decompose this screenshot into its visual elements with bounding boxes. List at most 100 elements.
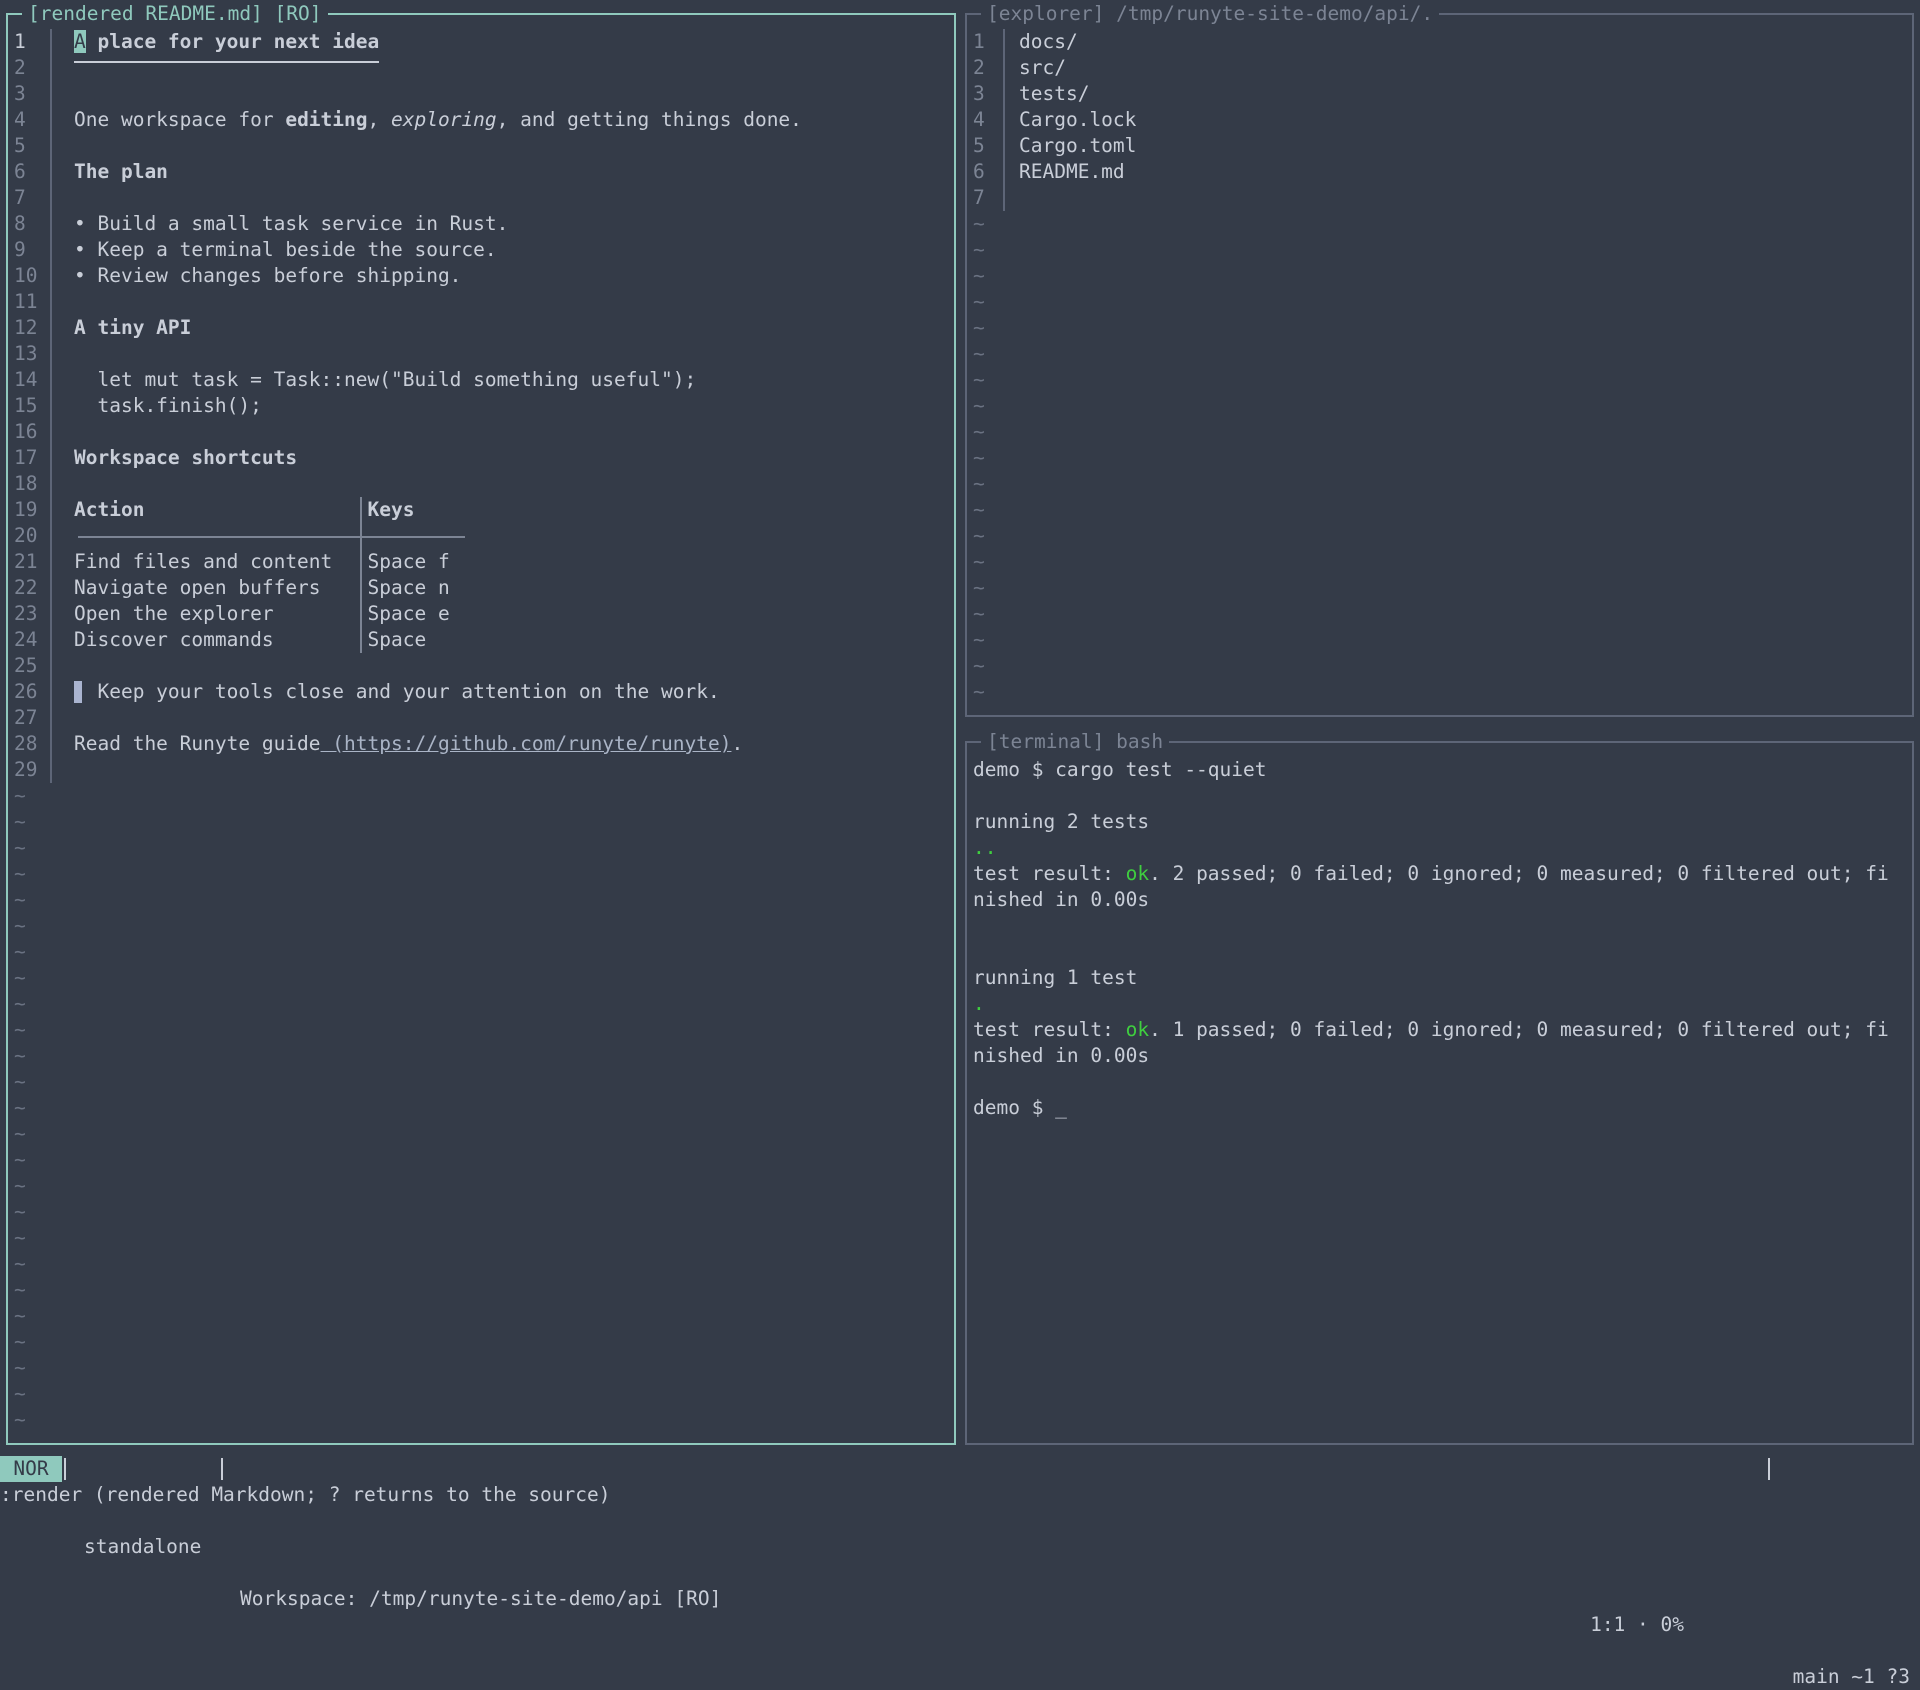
explorer-item[interactable]: 6 README.md xyxy=(967,159,1912,185)
tilde: ~ xyxy=(14,1070,26,1093)
tilde: ~ xyxy=(14,862,26,885)
terminal-line: demo $ _ xyxy=(967,1095,1912,1121)
tilde: ~ xyxy=(14,1096,26,1119)
editor-pane-title: [rendered README.md] [RO] xyxy=(22,1,328,27)
terminal-output[interactable]: demo $ cargo test --quiet running 2 tests… xyxy=(967,757,1912,1443)
line-text: • Keep a terminal beside the source. xyxy=(74,237,497,263)
text-segment: Open the explorer Space e xyxy=(74,602,450,625)
empty-line-marker: ~ xyxy=(8,1329,954,1355)
line-number: 7 xyxy=(14,186,26,209)
tilde: ~ xyxy=(973,550,985,573)
file-name[interactable]: Cargo.lock xyxy=(1019,107,1136,133)
line-number: 19 xyxy=(14,498,38,521)
explorer-item[interactable]: 1 docs/ xyxy=(967,29,1912,55)
line-number: 11 xyxy=(14,290,38,313)
terminal-line: nished in 0.00s xyxy=(967,1043,1912,1069)
editor-line: 13 xyxy=(8,341,954,367)
explorer-item[interactable]: 3 tests/ xyxy=(967,81,1912,107)
empty-line-marker: ~ xyxy=(8,939,954,965)
text-segment: The plan xyxy=(74,160,168,183)
line-number: 18 xyxy=(14,472,38,495)
text-segment: task.finish(); xyxy=(74,394,262,417)
empty-line-marker: ~ xyxy=(967,627,1912,653)
explorer-pane[interactable]: [explorer] /tmp/runyte-site-demo/api/. 1… xyxy=(965,1,1914,717)
empty-line-marker: ~ xyxy=(967,653,1912,679)
terminal-line: test result: ok. 2 passed; 0 failed; 0 i… xyxy=(967,861,1912,887)
text-segment: , and getting things done. xyxy=(496,108,802,131)
tilde: ~ xyxy=(14,1252,26,1275)
line-number: 26 xyxy=(14,680,38,703)
empty-line-marker: ~ xyxy=(8,887,954,913)
empty-line-marker: ~ xyxy=(8,1017,954,1043)
editor-line: 19 Action Keys xyxy=(8,497,954,523)
tilde: ~ xyxy=(14,966,26,989)
editor-line: 12 A tiny API xyxy=(8,315,954,341)
tilde: ~ xyxy=(14,1148,26,1171)
rendered-markdown-content[interactable]: 1A place for your next idea 2 3 4 One worksp… xyxy=(8,29,954,1443)
line-text: The plan xyxy=(74,159,168,185)
tilde: ~ xyxy=(973,290,985,313)
text-segment: A tiny API xyxy=(74,316,192,339)
tilde: ~ xyxy=(973,420,985,443)
guide-link[interactable]: (https://github.com/runyte/runyte) xyxy=(321,732,731,755)
line-number: 4 xyxy=(973,108,985,131)
text-segment: demo $ cargo test --quiet xyxy=(973,758,1267,781)
tilde: ~ xyxy=(14,784,26,807)
empty-line-marker: ~ xyxy=(8,1043,954,1069)
tilde: ~ xyxy=(14,1200,26,1223)
git-status: main ~1 ?3 xyxy=(1792,1665,1910,1688)
file-name[interactable]: docs/ xyxy=(1019,29,1078,55)
line-text: Open the explorer Space e xyxy=(74,601,450,627)
line-number: 23 xyxy=(14,602,38,625)
text-segment: ok xyxy=(1125,862,1150,885)
text-segment: Find files and content Space f xyxy=(74,550,450,573)
editor-pane[interactable]: [rendered README.md] [RO] 1 A place for y… xyxy=(6,1,956,1445)
file-name[interactable]: README.md xyxy=(1019,159,1125,185)
line-text: let mut task = Task::new("Build somethin… xyxy=(74,367,696,393)
terminal-line: test result: ok. 1 passed; 0 failed; 0 i… xyxy=(967,1017,1912,1043)
command-line[interactable]: :render (rendered Markdown; ? returns to… xyxy=(0,1482,610,1508)
explorer-file-list[interactable]: 1 docs/2 src/3 tests/4 Cargo.lock 5 Cargo.toml… xyxy=(967,29,1912,715)
file-name[interactable]: tests/ xyxy=(1019,81,1089,107)
line-number: 2 xyxy=(973,56,985,79)
editor-line: 1 A place for your next idea xyxy=(8,29,954,63)
tilde: ~ xyxy=(14,836,26,859)
tilde: ~ xyxy=(973,576,985,599)
line-number: 14 xyxy=(14,368,38,391)
tilde: ~ xyxy=(973,238,985,261)
line-number: 13 xyxy=(14,342,38,365)
explorer-item[interactable]: 5 Cargo.toml xyxy=(967,133,1912,159)
text-segment: Action xyxy=(74,498,368,521)
table-header-rule xyxy=(78,536,465,538)
text-segment: exploring xyxy=(391,108,497,131)
explorer-item[interactable]: 4 Cargo.lock xyxy=(967,107,1912,133)
line-number: 22 xyxy=(14,576,38,599)
terminal-line: . xyxy=(967,991,1912,1017)
text-segment: . 1 passed; 0 failed; 0 ignored; 0 measu… xyxy=(1149,1018,1889,1041)
line-number: 24 xyxy=(14,628,38,651)
empty-line-marker: ~ xyxy=(8,1251,954,1277)
text-segment: Workspace shortcuts xyxy=(74,446,298,469)
editor-line: 24 Discover commands Space xyxy=(8,627,954,653)
tilde: ~ xyxy=(14,1226,26,1249)
empty-line-marker: ~ xyxy=(967,211,1912,237)
editor-line: 28 Read the Runyte guide (https://github.… xyxy=(8,731,954,757)
editor-line: 21 Find files and content Space f xyxy=(8,549,954,575)
file-name[interactable]: Cargo.toml xyxy=(1019,133,1136,159)
terminal-pane[interactable]: [terminal] bash demo $ cargo test --quie… xyxy=(965,729,1914,1445)
tilde: ~ xyxy=(973,316,985,339)
profile-label: standalone xyxy=(84,1535,202,1558)
empty-line-marker: ~ xyxy=(8,1147,954,1173)
text-segment: nished in 0.00s xyxy=(973,888,1150,911)
tilde: ~ xyxy=(973,368,985,391)
text-segment: test result: xyxy=(973,1018,1126,1041)
explorer-item[interactable]: 7 xyxy=(967,185,1912,211)
tilde: ~ xyxy=(14,810,26,833)
line-number: 17 xyxy=(14,446,38,469)
empty-line-marker: ~ xyxy=(8,1199,954,1225)
empty-line-marker: ~ xyxy=(967,341,1912,367)
explorer-item[interactable]: 2 src/ xyxy=(967,55,1912,81)
file-name[interactable]: src/ xyxy=(1019,55,1066,81)
